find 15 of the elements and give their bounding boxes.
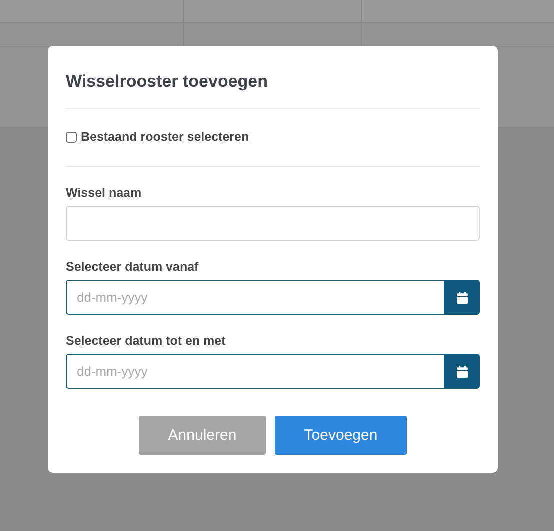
input-field[interactable] bbox=[66, 206, 480, 241]
date-field[interactable]: dd-mm-yyyy bbox=[66, 280, 444, 315]
dialog-title: Wisselrooster toevoegen bbox=[66, 71, 270, 93]
calendar-icon bbox=[456, 292, 468, 304]
field-label: Selecteer datum vanaf bbox=[66, 260, 200, 274]
date-field[interactable]: dd-mm-yyyy bbox=[66, 354, 444, 389]
add-button[interactable]: Toevoegen bbox=[275, 416, 407, 455]
calendar-icon bbox=[456, 366, 468, 378]
field-label: Wissel naam bbox=[66, 186, 143, 200]
field-label: Selecteer datum tot en met bbox=[66, 334, 227, 348]
checkbox-label: Bestaand rooster selecteren bbox=[81, 130, 250, 144]
calendar-button[interactable] bbox=[444, 354, 480, 389]
cancel-button[interactable]: Annuleren bbox=[139, 416, 266, 455]
calendar-button[interactable] bbox=[444, 280, 480, 315]
checkbox[interactable] bbox=[66, 132, 77, 142]
